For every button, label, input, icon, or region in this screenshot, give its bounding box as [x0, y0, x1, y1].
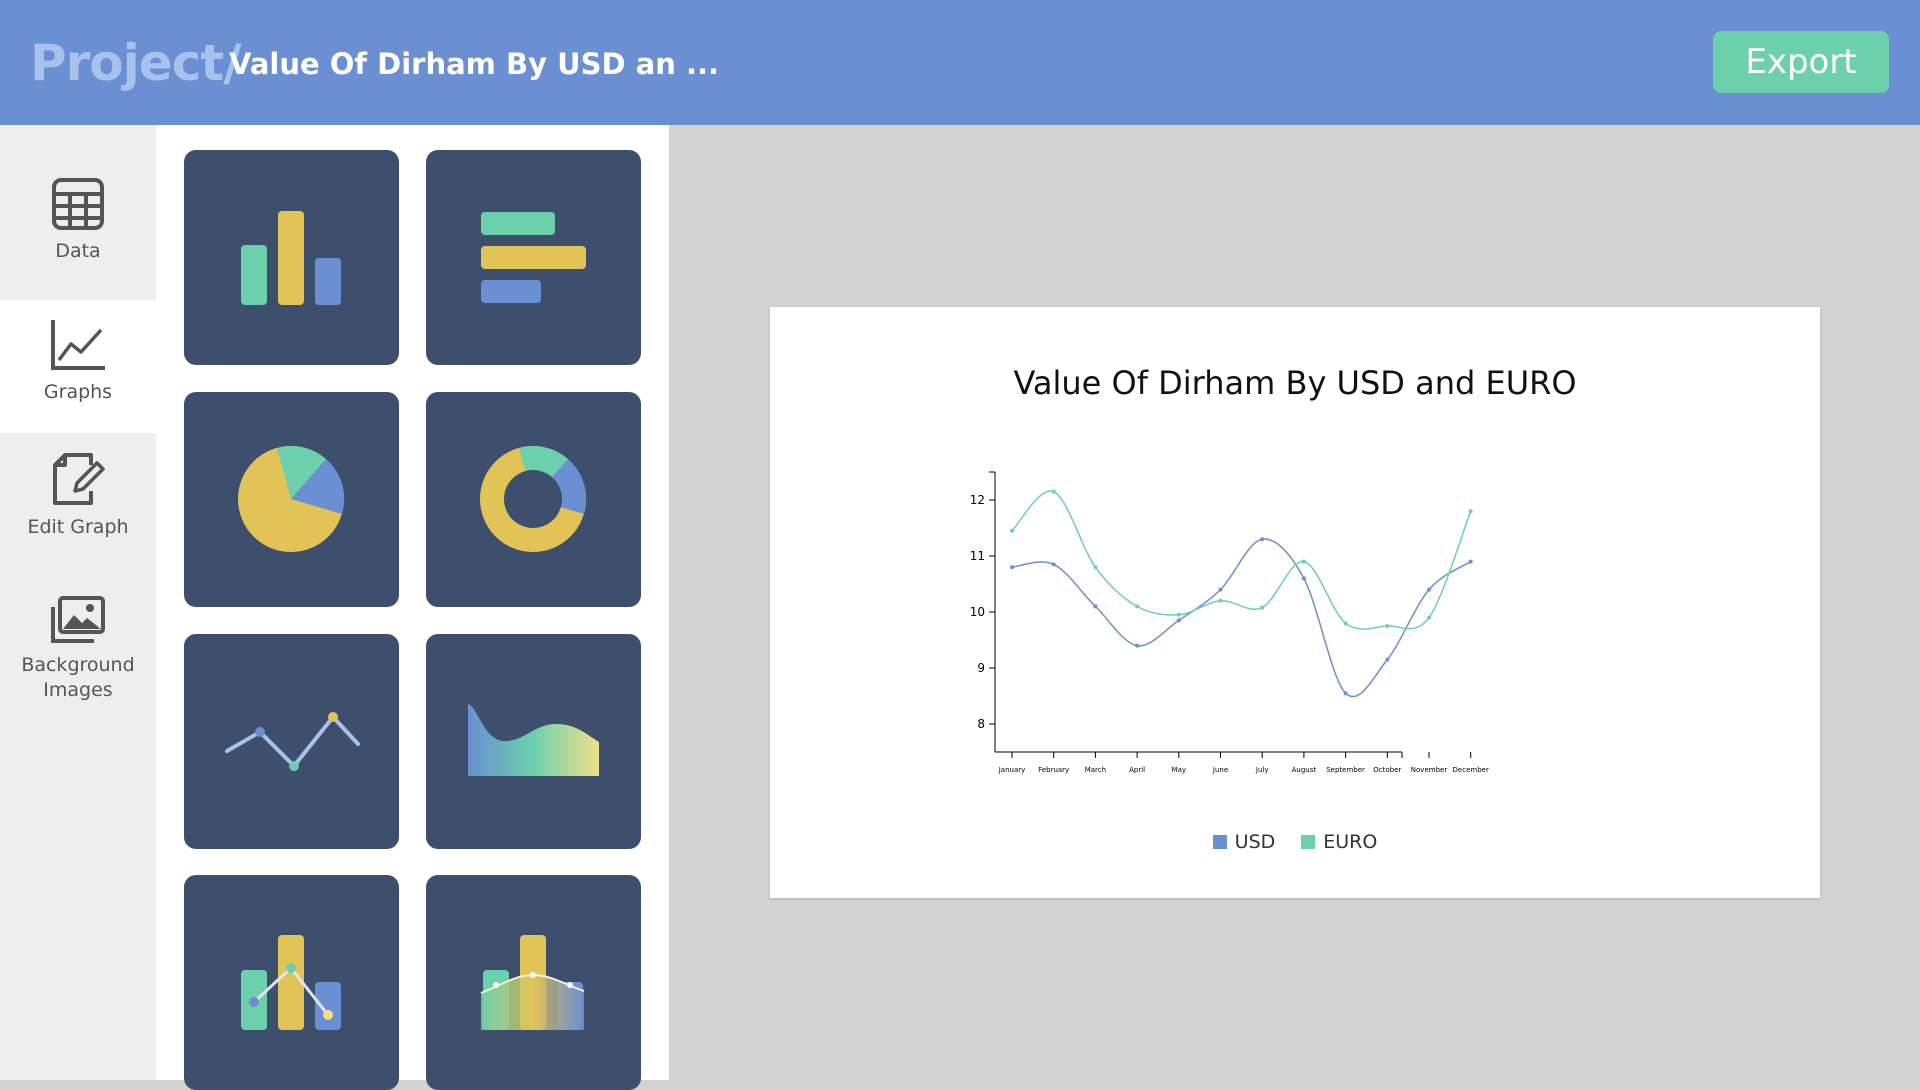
- legend-item-euro[interactable]: EURO: [1301, 831, 1377, 853]
- sidebar-item-label: Background Images: [21, 654, 135, 701]
- x-tick-label: September: [1326, 766, 1365, 774]
- line-chart-icon: [51, 320, 105, 370]
- data-point-euro: [1260, 605, 1265, 610]
- y-tick-label: 11: [970, 549, 985, 563]
- chart-type-tile-bar-area-combo[interactable]: [426, 875, 641, 1090]
- chart-type-tile-bar[interactable]: [184, 150, 399, 365]
- pie-chart-icon: [238, 446, 345, 552]
- data-point-euro: [1176, 612, 1181, 617]
- x-tick-label: May: [1172, 766, 1186, 774]
- data-point-usd: [1176, 618, 1181, 623]
- table-icon: [52, 178, 104, 230]
- x-tick-label: March: [1085, 766, 1106, 774]
- chart-type-tile-line[interactable]: [184, 634, 399, 849]
- data-point-usd: [1260, 537, 1265, 542]
- sidebar-item-label: Edit Graph: [27, 516, 129, 538]
- data-point-usd: [1218, 587, 1223, 592]
- chart-type-tile-area[interactable]: [426, 634, 641, 849]
- edit-document-icon: [53, 453, 105, 505]
- data-point-usd: [1385, 657, 1390, 662]
- data-point-euro: [1010, 528, 1014, 533]
- x-tick-label: December: [1453, 766, 1489, 774]
- sidebar-nav: Data Graphs Edit Graph Background Images: [0, 125, 156, 1080]
- area-chart-icon: [468, 704, 599, 776]
- bar-area-combo-chart-icon: [480, 935, 585, 1030]
- chart-type-tile-bar-line-combo[interactable]: [184, 875, 399, 1090]
- legend-swatch-usd: [1212, 835, 1227, 849]
- data-point-euro: [1135, 604, 1140, 609]
- data-point-euro: [1301, 559, 1306, 564]
- chart-legend: USD EURO: [770, 831, 1820, 853]
- x-tick-label: January: [998, 766, 1026, 774]
- export-button[interactable]: Export: [1713, 31, 1889, 93]
- legend-item-usd[interactable]: USD: [1212, 831, 1276, 853]
- sidebar-item-data[interactable]: Data: [0, 125, 156, 300]
- series-line-usd: [1011, 538, 1472, 698]
- data-point-usd: [1135, 643, 1140, 648]
- horizontal-bar-chart-icon: [481, 212, 586, 303]
- data-point-usd: [1051, 562, 1056, 567]
- legend-label: USD: [1234, 831, 1276, 853]
- data-point-usd: [1427, 587, 1431, 592]
- app-header: Project/ Value Of Dirham By USD an ... E…: [0, 0, 1920, 125]
- line-chart: 8 9 10 11 12 January February March April May June…: [970, 471, 1489, 774]
- x-tick-label: April: [1129, 766, 1145, 774]
- chart-type-tile-horizontal-bar[interactable]: [426, 150, 641, 365]
- sidebar-item-label: Data: [55, 240, 101, 262]
- data-point-euro: [1051, 489, 1056, 494]
- data-point-usd: [1093, 604, 1098, 609]
- y-tick-label: 10: [970, 605, 985, 619]
- data-point-usd: [1343, 691, 1348, 696]
- sidebar-item-graphs[interactable]: Graphs: [0, 300, 156, 433]
- chart-type-tile-donut[interactable]: [426, 392, 641, 607]
- legend-label: EURO: [1323, 831, 1378, 853]
- y-tick-label: 12: [970, 493, 985, 507]
- x-tick-label: February: [1038, 766, 1069, 774]
- project-label[interactable]: Project/: [30, 30, 242, 96]
- data-point-euro: [1218, 598, 1223, 603]
- chart-preview[interactable]: Value Of Dirham By USD and EURO 8 9 10 11 12…: [770, 307, 1820, 898]
- x-tick-label: October: [1373, 766, 1401, 774]
- data-point-usd: [1468, 559, 1473, 564]
- data-point-euro: [1093, 565, 1098, 570]
- legend-swatch-euro: [1301, 835, 1316, 849]
- bar-line-combo-chart-icon: [241, 935, 341, 1030]
- x-tick-label: November: [1411, 766, 1448, 774]
- data-point-usd: [1010, 565, 1014, 570]
- chart-type-tile-pie[interactable]: [184, 392, 399, 607]
- document-title[interactable]: Value Of Dirham By USD an ...: [229, 44, 719, 84]
- line-chart-icon: [225, 712, 360, 771]
- images-icon: [51, 596, 105, 643]
- y-tick-label: 8: [977, 717, 985, 731]
- data-point-euro: [1343, 621, 1348, 626]
- data-point-usd: [1301, 576, 1306, 581]
- x-tick-label: August: [1292, 766, 1317, 774]
- sidebar-item-edit-graph[interactable]: Edit Graph: [0, 433, 156, 573]
- x-tick-label: June: [1212, 766, 1228, 774]
- sidebar-item-background-images[interactable]: Background Images: [0, 573, 156, 743]
- donut-chart-icon: [480, 446, 587, 552]
- data-point-euro: [1427, 615, 1431, 620]
- data-point-euro: [1468, 509, 1473, 514]
- chart-type-gallery: [156, 125, 669, 1090]
- data-point-euro: [1385, 624, 1390, 628]
- sidebar-item-label: Graphs: [43, 381, 113, 403]
- y-tick-label: 9: [977, 661, 985, 675]
- bar-chart-icon: [241, 211, 341, 305]
- x-tick-label: July: [1255, 766, 1269, 774]
